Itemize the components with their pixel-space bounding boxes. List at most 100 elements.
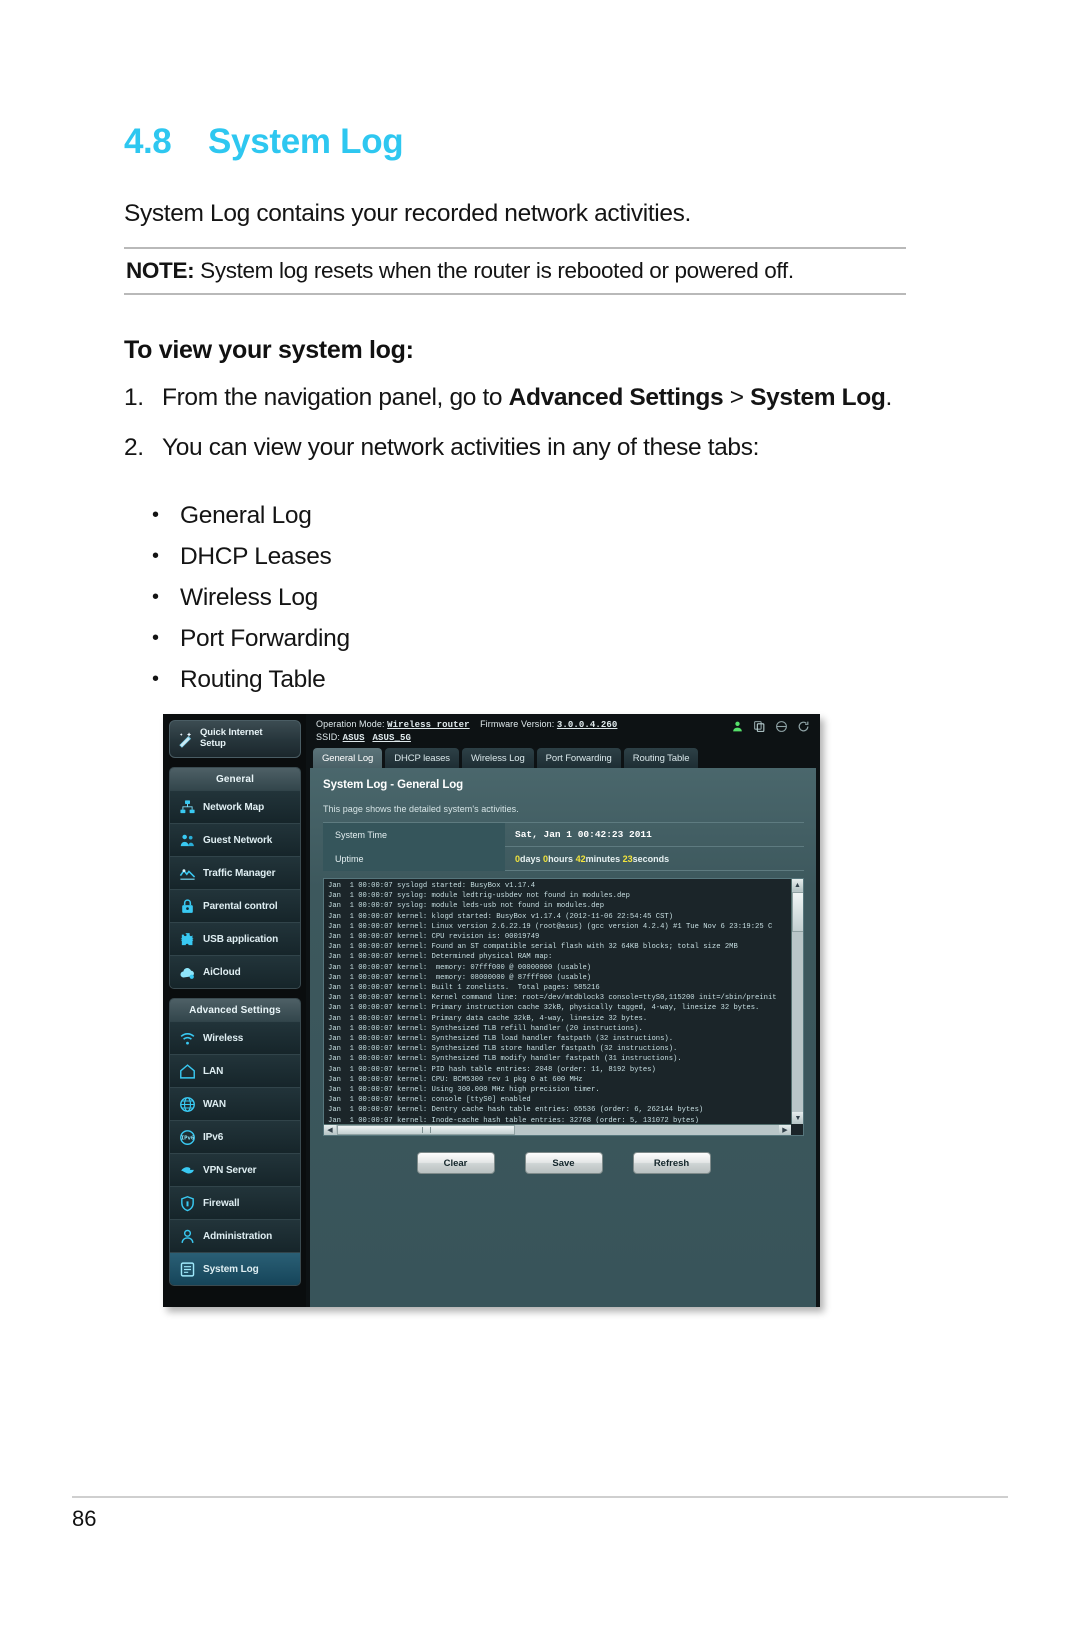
- reboot-icon[interactable]: [797, 720, 810, 733]
- sidebar-item-usb-application[interactable]: USB application: [170, 922, 300, 955]
- sidebar-item-label: WAN: [203, 1098, 227, 1110]
- nav-group-advanced-settings: Advanced Settings Wireless LAN WAN IPv6 …: [169, 998, 301, 1286]
- sidebar-item-lan[interactable]: LAN: [170, 1054, 300, 1087]
- panel-title: System Log - General Log: [323, 779, 464, 791]
- sidebar-item-label: Firewall: [203, 1197, 240, 1209]
- uptime-minutes-unit: minutes: [585, 853, 621, 864]
- refresh-button[interactable]: Refresh: [632, 1152, 711, 1174]
- bullet-label: Wireless Log: [180, 584, 319, 611]
- svg-text:IPv6: IPv6: [180, 1135, 194, 1141]
- sidebar-item-system-log[interactable]: System Log: [170, 1252, 300, 1285]
- log-horizontal-scrollbar[interactable]: ◀ ▶: [324, 1124, 791, 1135]
- operation-mode-label: Operation Mode:: [316, 719, 385, 729]
- firmware-value[interactable]: 3.0.0.4.260: [557, 720, 618, 730]
- panel-subtitle: This page shows the detailed system's ac…: [323, 804, 519, 814]
- step-marker: 1.: [124, 384, 144, 411]
- bullet-icon: •: [152, 504, 159, 526]
- manual-page: 4.8 System Log System Log contains your …: [0, 0, 1080, 1627]
- tab-routing-table[interactable]: Routing Table: [623, 748, 699, 768]
- sidebar-item-traffic-manager[interactable]: Traffic Manager: [170, 856, 300, 889]
- tab-bar: General Log DHCP leases Wireless Log Por…: [306, 746, 820, 768]
- users-icon: [178, 831, 196, 849]
- vpn-icon: [178, 1161, 196, 1179]
- scroll-left-arrow[interactable]: ◀: [324, 1125, 336, 1135]
- sidebar-item-label: LAN: [203, 1065, 224, 1077]
- page-number: 86: [72, 1506, 97, 1531]
- table-row: Uptime 0 days 0 hours 42 minutes 23 seconds: [323, 846, 804, 871]
- bullet-label: DHCP Leases: [180, 543, 332, 570]
- nav-group-general: General Network Map Guest Network Traffi…: [169, 767, 301, 989]
- save-button[interactable]: Save: [524, 1152, 603, 1174]
- bullet-label: General Log: [180, 502, 312, 529]
- sidebar-item-network-map[interactable]: Network Map: [170, 790, 300, 823]
- bullet-icon: •: [152, 627, 159, 649]
- ssid-value-24g[interactable]: ASUS: [343, 733, 365, 743]
- scroll-up-arrow[interactable]: ▲: [792, 879, 803, 891]
- router-header: Operation Mode: Wireless router Firmware…: [306, 714, 820, 746]
- home-icon: [178, 1062, 196, 1080]
- step-bold-2: System Log: [750, 384, 886, 411]
- tab-port-forwarding[interactable]: Port Forwarding: [536, 748, 621, 768]
- uptime-seconds: 23: [622, 853, 633, 864]
- quick-internet-setup-button[interactable]: Quick Internet Setup: [169, 720, 301, 758]
- step-text: From the navigation panel, go to Advance…: [162, 383, 924, 412]
- note-label: NOTE:: [126, 258, 195, 283]
- network-map-icon: [178, 798, 196, 816]
- list-item: • Routing Table: [152, 666, 852, 694]
- scroll-down-arrow[interactable]: ▼: [792, 1112, 803, 1124]
- note-rule-bottom: [124, 293, 906, 295]
- header-icon-group: [731, 720, 810, 733]
- sidebar-item-vpn-server[interactable]: VPN Server: [170, 1153, 300, 1186]
- page-heading: 4.8 System Log: [124, 122, 944, 162]
- bullet-icon: •: [152, 545, 159, 567]
- copy-icon[interactable]: [753, 720, 766, 733]
- list-item: • General Log: [152, 502, 852, 530]
- sidebar-item-label: System Log: [203, 1263, 259, 1275]
- sidebar-item-aicloud[interactable]: AiCloud: [170, 955, 300, 988]
- language-icon[interactable]: [775, 720, 788, 733]
- uptime-minutes: 42: [575, 853, 586, 864]
- sidebar-item-ipv6[interactable]: IPv6 IPv6: [170, 1120, 300, 1153]
- sidebar-item-label: Network Map: [203, 801, 265, 813]
- step-text-mid: >: [723, 384, 751, 411]
- sidebar-item-parental-control[interactable]: Parental control: [170, 889, 300, 922]
- clear-button[interactable]: Clear: [416, 1152, 495, 1174]
- lock-icon: [178, 897, 196, 915]
- uptime-seconds-unit: seconds: [632, 853, 670, 864]
- sidebar-item-label: Administration: [203, 1230, 273, 1242]
- sidebar-item-guest-network[interactable]: Guest Network: [170, 823, 300, 856]
- horizontal-scroll-thumb[interactable]: [337, 1125, 515, 1135]
- scroll-right-arrow[interactable]: ▶: [779, 1125, 791, 1135]
- sidebar-item-firewall[interactable]: Firewall: [170, 1186, 300, 1219]
- vertical-scroll-thumb[interactable]: [792, 892, 803, 932]
- ssid-value-5g[interactable]: ASUS_5G: [372, 733, 411, 743]
- sidebar-item-administration[interactable]: Administration: [170, 1219, 300, 1252]
- user-icon[interactable]: [731, 720, 744, 733]
- nav-group-title-advanced: Advanced Settings: [170, 999, 300, 1021]
- sidebar-item-wireless[interactable]: Wireless: [170, 1021, 300, 1054]
- bullet-icon: •: [152, 586, 159, 608]
- sidebar-item-label: AiCloud: [203, 966, 241, 978]
- person-icon: [178, 1227, 196, 1245]
- list-item: • Port Forwarding: [152, 625, 852, 653]
- tab-general-log[interactable]: General Log: [313, 748, 383, 768]
- operation-mode-value[interactable]: Wireless router: [387, 720, 470, 730]
- tab-wireless-log[interactable]: Wireless Log: [461, 748, 534, 768]
- chart-icon: [178, 864, 196, 882]
- subheading: To view your system log:: [124, 336, 414, 364]
- router-sidebar: Quick Internet Setup General Network Map …: [163, 714, 306, 1307]
- log-textarea[interactable]: Jan 1 00:00:07 syslogd started: BusyBox …: [323, 878, 804, 1136]
- uptime-value: 0 days 0 hours 42 minutes 23 seconds: [505, 847, 804, 871]
- list-item: • DHCP Leases: [152, 543, 852, 571]
- ssid-label: SSID:: [316, 732, 341, 742]
- log-vertical-scrollbar[interactable]: ▲ ▼: [791, 879, 803, 1124]
- firmware-label: Firmware Version:: [480, 719, 555, 729]
- tab-dhcp-leases[interactable]: DHCP leases: [385, 748, 459, 768]
- sidebar-item-wan[interactable]: WAN: [170, 1087, 300, 1120]
- list-item: 1. From the navigation panel, go to Adva…: [124, 383, 924, 412]
- bullet-icon: •: [152, 668, 159, 690]
- router-content: Operation Mode: Wireless router Firmware…: [306, 714, 820, 1307]
- uptime-label: Uptime: [323, 846, 505, 871]
- sidebar-item-label: IPv6: [203, 1131, 224, 1143]
- quick-setup-label: Quick Internet Setup: [200, 727, 263, 749]
